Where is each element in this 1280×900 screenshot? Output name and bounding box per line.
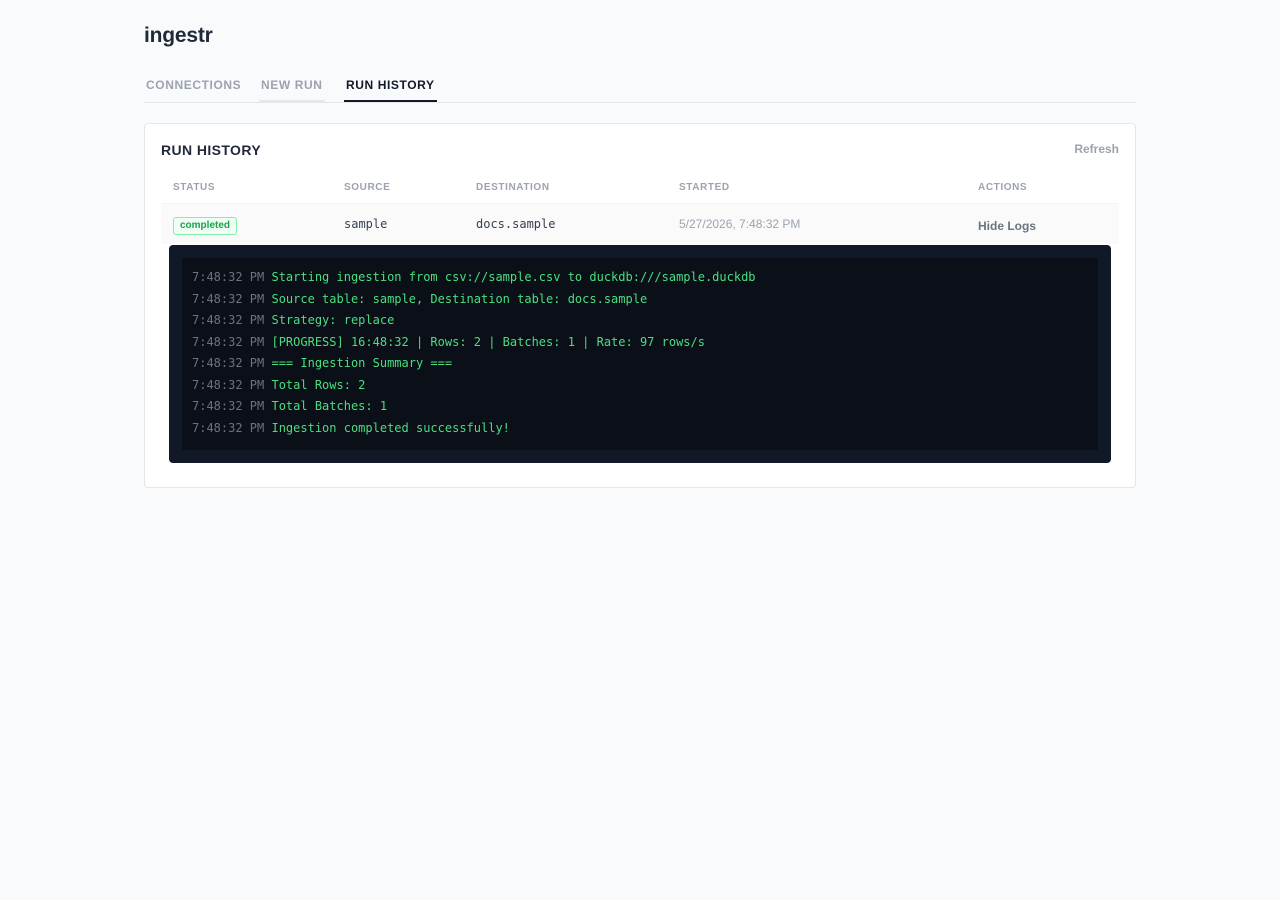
log-panel: 7:48:32 PM Starting ingestion from csv:/… (169, 245, 1111, 463)
refresh-button[interactable]: Refresh (1074, 142, 1119, 156)
table-row: completed sample docs.sample 5/27/2026, … (161, 204, 1119, 244)
tab-new-run[interactable]: NEW RUN (259, 70, 325, 102)
log-message: Ingestion completed successfully! (271, 421, 510, 435)
card-title: RUN HISTORY (161, 142, 262, 158)
log-timestamp: 7:48:32 PM (192, 292, 265, 306)
app-title: ingestr (144, 24, 213, 47)
tab-bar: CONNECTIONS NEW RUN RUN HISTORY (144, 70, 1136, 103)
log-timestamp: 7:48:32 PM (192, 421, 265, 435)
column-header-started: STARTED (679, 182, 730, 193)
log-timestamp: 7:48:32 PM (192, 378, 265, 392)
log-message: Source table: sample, Destination table:… (271, 292, 648, 306)
log-message: Total Batches: 1 (271, 399, 388, 413)
log-line: 7:48:32 PM Total Rows: 2 (192, 377, 365, 393)
column-header-source: SOURCE (344, 182, 391, 193)
status-badge: completed (173, 217, 238, 235)
log-line: 7:48:32 PM Source table: sample, Destina… (192, 291, 647, 307)
column-header-actions: ACTIONS (978, 182, 1028, 193)
log-output[interactable]: 7:48:32 PM Starting ingestion from csv:/… (182, 258, 1098, 450)
log-message: === Ingestion Summary === (271, 356, 453, 370)
log-line: 7:48:32 PM Starting ingestion from csv:/… (192, 269, 756, 285)
destination-cell: docs.sample (476, 217, 556, 231)
log-line: 7:48:32 PM === Ingestion Summary === (192, 355, 452, 371)
log-timestamp: 7:48:32 PM (192, 270, 265, 284)
log-message: Starting ingestion from csv://sample.csv… (271, 270, 756, 284)
tab-connections[interactable]: CONNECTIONS (144, 70, 243, 102)
column-header-status: STATUS (173, 182, 216, 193)
log-message: Strategy: replace (271, 313, 395, 327)
log-timestamp: 7:48:32 PM (192, 399, 265, 413)
run-history-card: RUN HISTORY Refresh STATUS SOURCE DESTIN… (144, 123, 1136, 488)
log-line: 7:48:32 PM Ingestion completed successfu… (192, 420, 510, 436)
tab-run-history[interactable]: RUN HISTORY (344, 70, 437, 102)
started-cell: 5/27/2026, 7:48:32 PM (679, 217, 801, 231)
log-line: 7:48:32 PM [PROGRESS] 16:48:32 | Rows: 2… (192, 334, 705, 350)
log-line: 7:48:32 PM Total Batches: 1 (192, 398, 387, 414)
log-timestamp: 7:48:32 PM (192, 356, 265, 370)
log-message: Total Rows: 2 (271, 378, 366, 392)
column-header-destination: DESTINATION (476, 182, 550, 193)
log-timestamp: 7:48:32 PM (192, 335, 265, 349)
source-cell: sample (344, 217, 388, 231)
hide-logs-button[interactable]: Hide Logs (978, 219, 1036, 233)
log-line: 7:48:32 PM Strategy: replace (192, 312, 394, 328)
log-timestamp: 7:48:32 PM (192, 313, 265, 327)
log-message: [PROGRESS] 16:48:32 | Rows: 2 | Batches:… (271, 335, 705, 349)
